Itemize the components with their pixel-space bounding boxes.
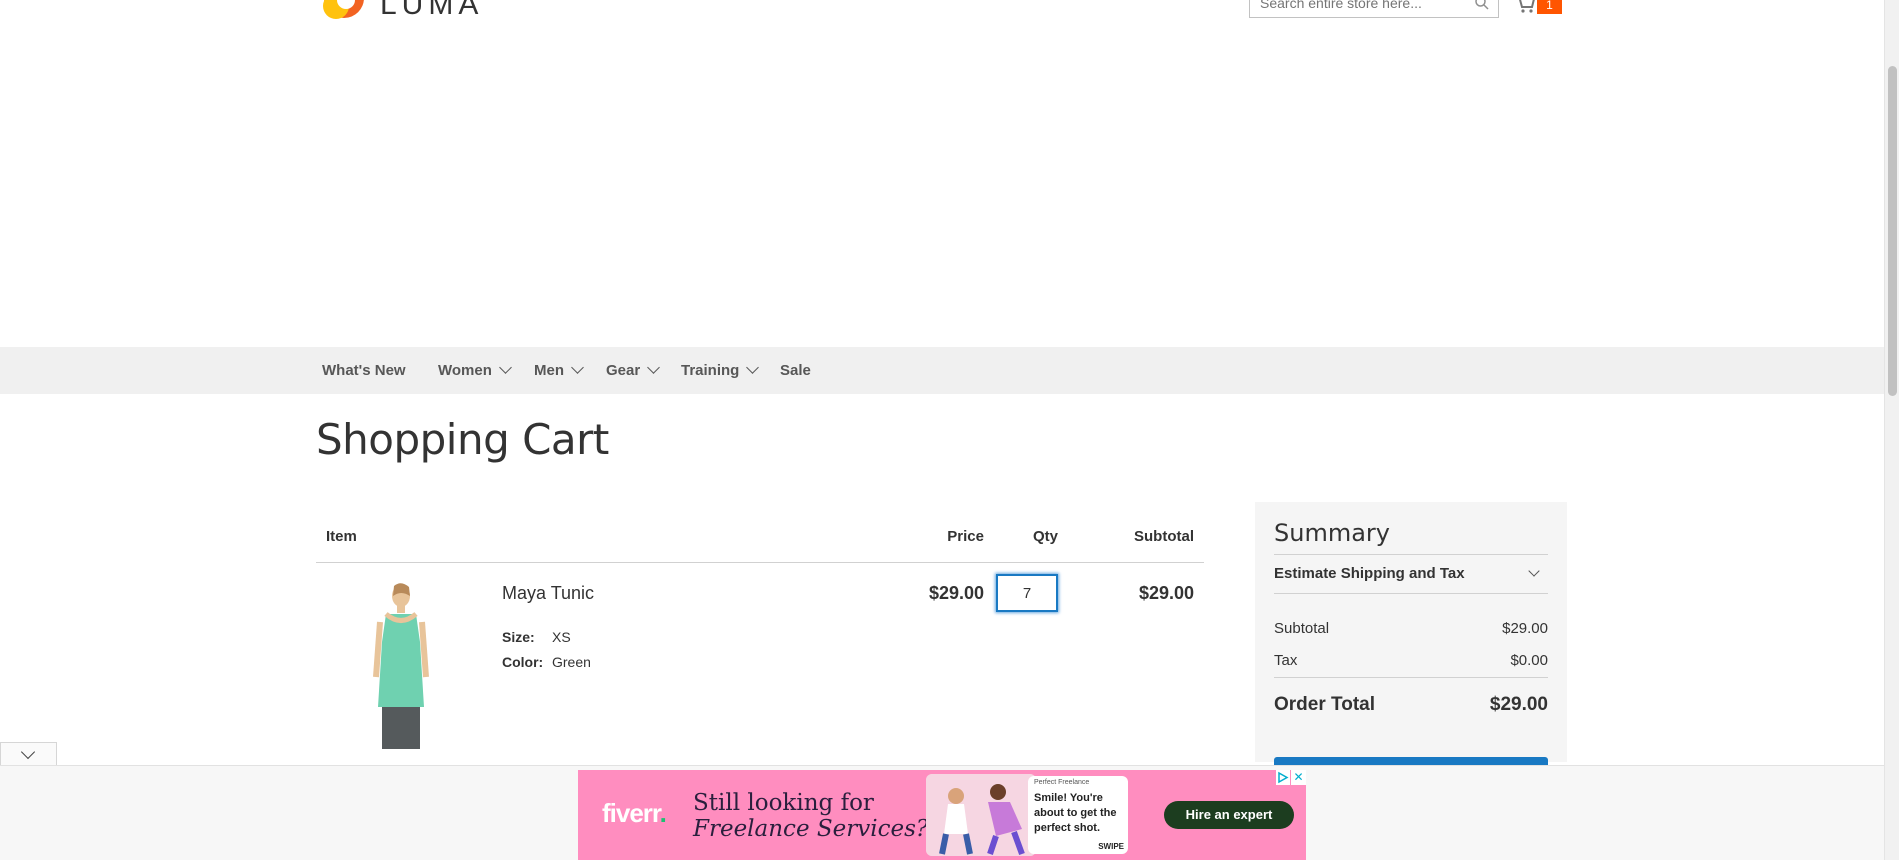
main-navigation: What's New Women Men Gear Training Sale	[0, 347, 1884, 394]
logo-text[interactable]: LUMA	[380, 0, 483, 22]
ad-headline-line2: Freelance Services?	[693, 816, 929, 842]
page-header: LUMA 1	[0, 0, 1884, 30]
cart-summary: Summary Estimate Shipping and Tax Subtot…	[1255, 502, 1567, 767]
search-input[interactable]	[1260, 0, 1460, 13]
subtotal-label: Subtotal	[1274, 620, 1330, 637]
option-label-color: Color:	[502, 654, 544, 670]
ad-card-caption: Perfect Freelance	[1034, 779, 1090, 786]
estimate-shipping-label: Estimate Shipping and Tax	[1274, 565, 1465, 582]
ad-card: Perfect Freelance Smile! You're about to…	[1028, 776, 1128, 854]
nav-item-label: What's New	[322, 362, 406, 379]
ad-brand-text: fiverr	[602, 798, 661, 828]
estimate-shipping-toggle[interactable]: Estimate Shipping and Tax	[1274, 554, 1548, 594]
chevron-down-icon	[647, 361, 661, 374]
order-total-label: Order Total	[1274, 694, 1375, 715]
nav-item-label: Gear	[606, 362, 641, 379]
ad-headline: Still looking for Freelance Services?	[693, 790, 928, 842]
cart-icon[interactable]	[1514, 0, 1536, 14]
nav-item-training[interactable]: Training	[681, 347, 760, 394]
column-header-item: Item	[326, 528, 357, 545]
scrollbar-thumb[interactable]	[1888, 66, 1897, 396]
subtotal-row: Subtotal $29.00	[1274, 620, 1548, 637]
ad-collapse-toggle[interactable]	[0, 742, 57, 765]
tax-value: $0.00	[1510, 652, 1548, 669]
item-subtotal: $29.00	[1138, 583, 1194, 603]
ad-card-text: Smile! You're about to get the perfect s…	[1034, 792, 1117, 834]
nav-item-sale[interactable]: Sale	[780, 347, 811, 394]
ad-photo-image	[926, 774, 1036, 856]
search-icon[interactable]	[1474, 0, 1490, 11]
ad-headline-line1: Still looking for	[693, 790, 874, 816]
column-header-qty: Qty	[1032, 528, 1058, 545]
advertisement-banner[interactable]: fiverr. Still looking for Freelance Serv…	[578, 770, 1306, 860]
summary-divider	[1274, 677, 1548, 678]
qty-input[interactable]	[996, 574, 1058, 612]
option-label-size: Size:	[502, 629, 535, 645]
order-total-row: Order Total $29.00	[1274, 694, 1548, 716]
cart-count-badge[interactable]: 1	[1537, 0, 1562, 14]
order-total-value: $29.00	[1489, 694, 1548, 715]
nav-item-men[interactable]: Men	[534, 347, 584, 394]
nav-item-label: Men	[534, 362, 564, 379]
ad-close-icon[interactable]: ✕	[1291, 770, 1306, 785]
nav-item-label: Sale	[780, 362, 811, 379]
column-header-price: Price	[947, 528, 984, 545]
option-value-color: Green	[552, 654, 591, 670]
table-header-divider	[316, 562, 1204, 563]
chevron-down-icon	[571, 361, 584, 374]
product-image[interactable]	[356, 582, 446, 752]
ad-choices-icon[interactable]	[1276, 770, 1290, 785]
nav-item-gear[interactable]: Gear	[606, 347, 661, 394]
luma-logo-icon[interactable]	[322, 0, 366, 22]
nav-item-label: Women	[438, 362, 492, 379]
summary-title: Summary	[1274, 519, 1390, 547]
product-name[interactable]: Maya Tunic	[502, 583, 594, 604]
nav-item-women[interactable]: Women	[438, 347, 512, 394]
ad-card-swipe: SWIPE	[1098, 842, 1124, 851]
chevron-down-icon	[20, 744, 36, 760]
ad-brand-logo: fiverr.	[602, 798, 667, 828]
tax-row: Tax $0.00	[1274, 652, 1548, 669]
chevron-down-icon	[499, 361, 512, 374]
subtotal-value: $29.00	[1502, 620, 1548, 637]
search-box[interactable]	[1249, 0, 1499, 18]
nav-item-whats-new[interactable]: What's New	[322, 347, 406, 394]
option-value-size: XS	[552, 629, 571, 645]
ad-hire-expert-button[interactable]: Hire an expert	[1164, 801, 1294, 829]
page-title: Shopping Cart	[316, 415, 609, 464]
chevron-down-icon	[1528, 565, 1540, 577]
tax-label: Tax	[1274, 652, 1298, 669]
chevron-down-icon	[746, 361, 760, 374]
column-header-subtotal: Subtotal	[1134, 528, 1194, 545]
item-price: $29.00	[928, 583, 984, 603]
page-scrollbar[interactable]	[1884, 0, 1899, 860]
nav-item-label: Training	[681, 362, 740, 379]
